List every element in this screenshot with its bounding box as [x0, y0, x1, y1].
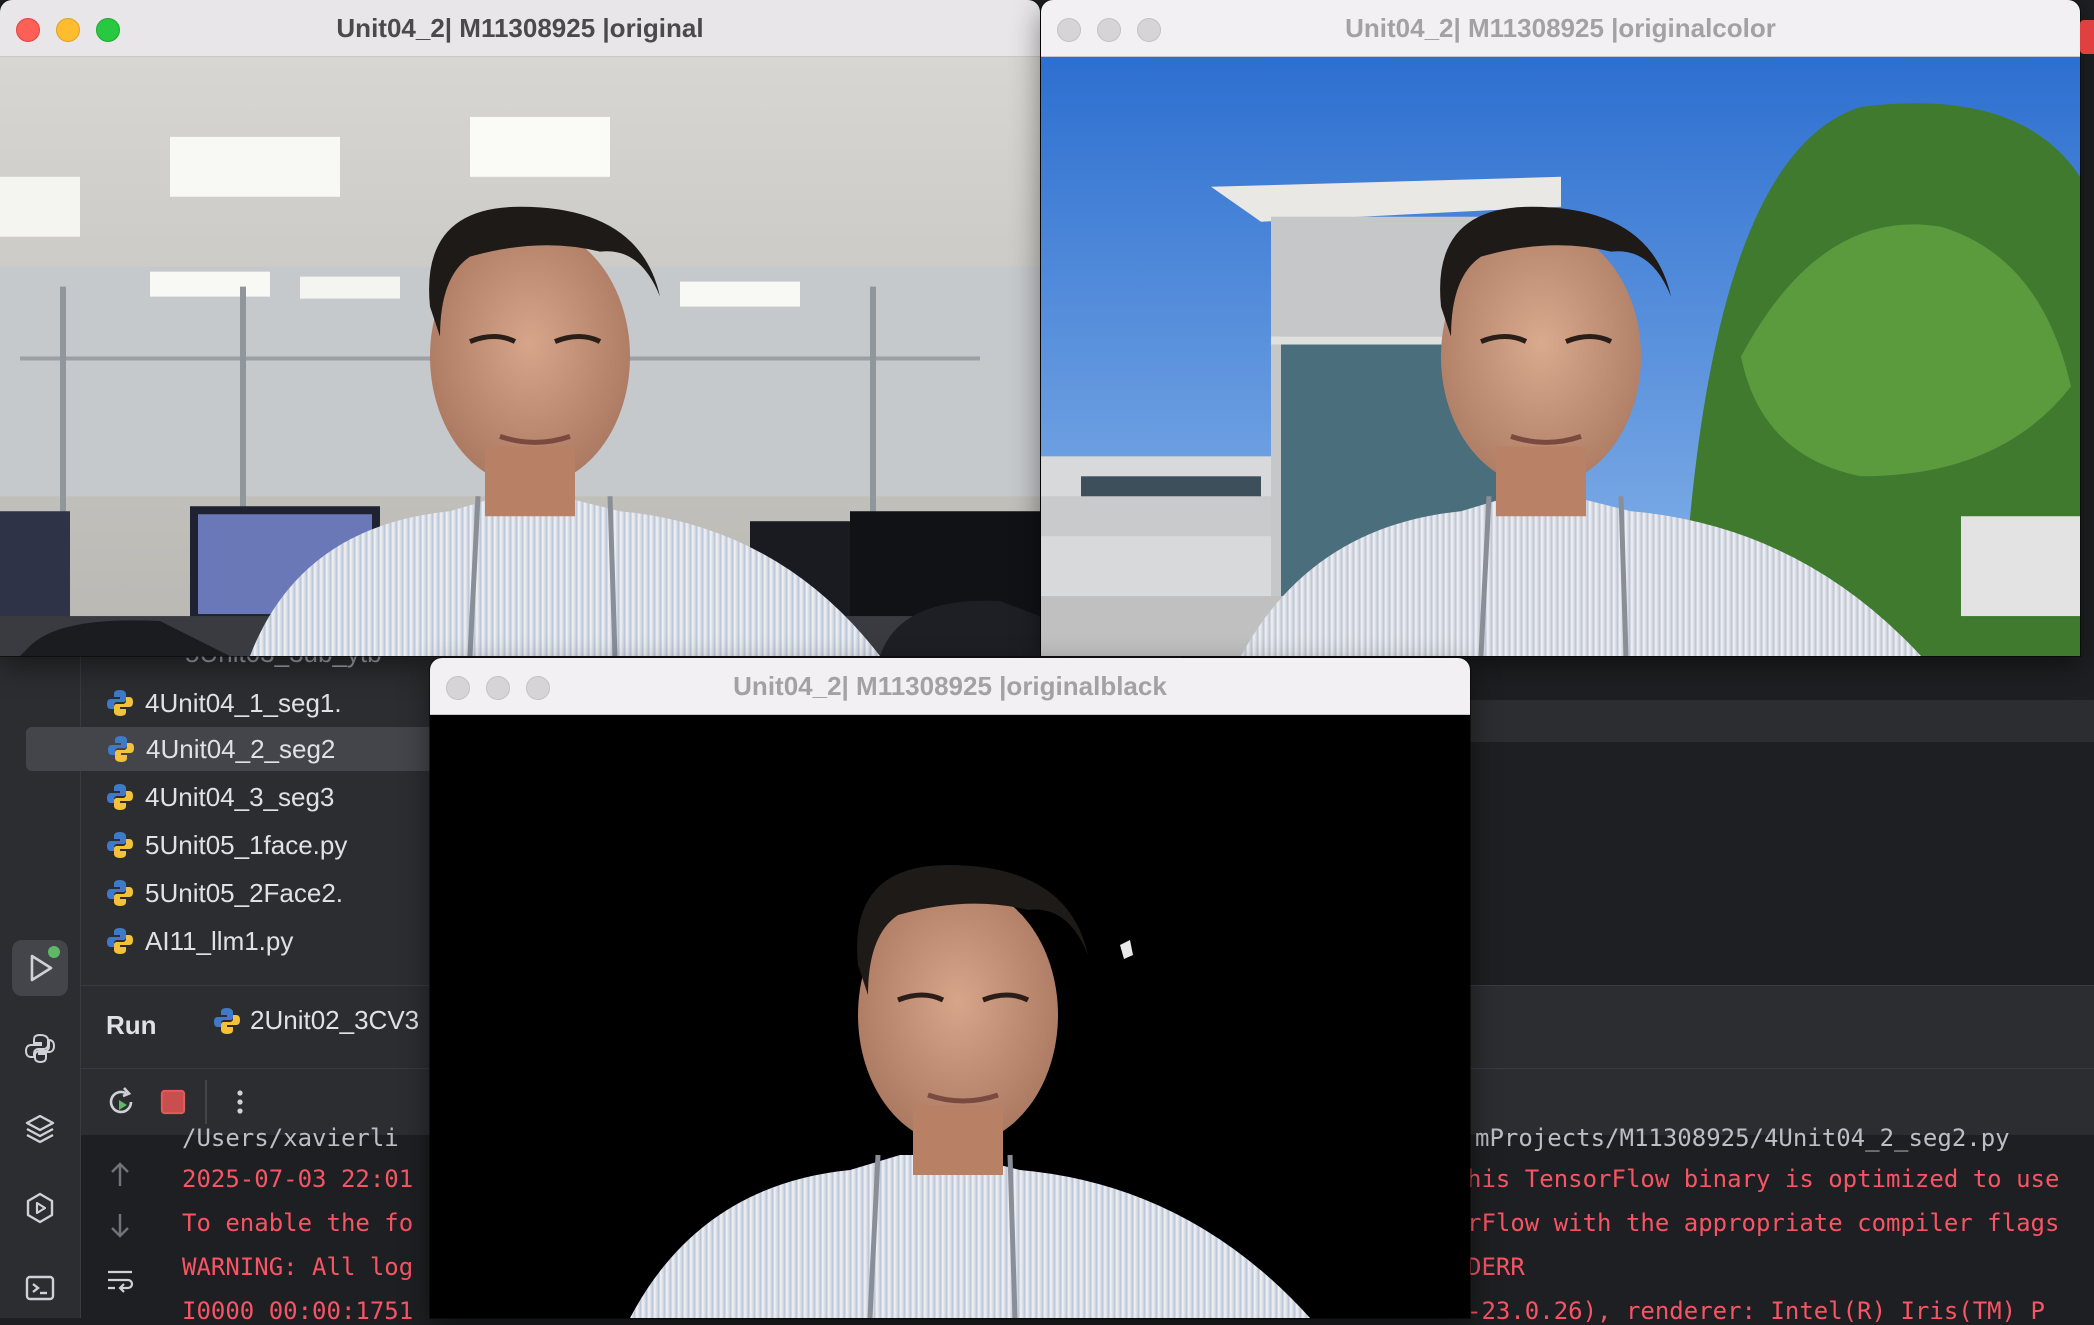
tree-item-label: 5Unit05_1face.py	[145, 829, 348, 860]
tree-item[interactable]: AI11_llm1.py	[105, 919, 293, 963]
window-title: Unit04_2| M11308925 |originalcolor	[1345, 13, 1776, 43]
toolbar-separator	[205, 1080, 207, 1124]
editor-tab-strip	[1470, 700, 2094, 742]
segmented-black-background-image	[430, 715, 1470, 1318]
building-background-photo	[1041, 57, 2080, 656]
run-panel-title: Run	[106, 1010, 157, 1040]
window-original[interactable]: Unit04_2| M11308925 |original	[0, 0, 1040, 656]
terminal-tool-button[interactable]	[12, 1260, 68, 1316]
editor-area	[1470, 742, 2094, 985]
stop-button[interactable]	[153, 1082, 193, 1122]
console-line: mProjects/M11308925/4Unit04_2_seg2.py	[1475, 1124, 2010, 1152]
console-line: -23.0.26), renderer: Intel(R) Iris(TM) P	[1467, 1297, 2045, 1325]
red-window-edge	[2080, 20, 2094, 54]
services-icon	[26, 1192, 54, 1224]
window-originalblack[interactable]: Unit04_2| M11308925 |originalblack	[430, 658, 1470, 1318]
webcam-original-image	[0, 57, 1040, 656]
python-console-tool-button[interactable]	[12, 1020, 68, 1076]
run-config-tab-label: 2Unit02_3CV3	[250, 1005, 420, 1035]
window-titlebar[interactable]: Unit04_2| M11308925 |originalcolor	[1041, 0, 2080, 57]
terminal-icon	[25, 1275, 55, 1301]
tree-item[interactable]: 5Unit05_2Face2.	[105, 871, 343, 915]
tree-item-label: 4Unit04_2_seg2	[146, 733, 336, 764]
running-indicator	[48, 946, 60, 958]
python-file-icon	[214, 1007, 240, 1034]
console-line: rFlow with the appropriate compiler flag…	[1467, 1209, 2060, 1237]
console-line: WARNING: All log	[182, 1253, 414, 1281]
console-line: 2025-07-03 22:01	[182, 1165, 414, 1193]
scroll-up-arrow-icon[interactable]	[105, 1160, 135, 1190]
python-file-icon	[107, 928, 133, 954]
python-file-icon	[107, 832, 133, 858]
scroll-down-arrow-icon[interactable]	[105, 1210, 135, 1240]
window-originalcolor[interactable]: Unit04_2| M11308925 |originalcolor	[1041, 0, 2080, 656]
python-file-icon	[107, 880, 133, 906]
tree-item-label: 4Unit04_3_seg3	[145, 781, 335, 812]
python-file-icon	[107, 690, 133, 716]
python-file-icon	[107, 784, 133, 810]
window-titlebar[interactable]: Unit04_2| M11308925 |originalblack	[430, 658, 1470, 715]
background-replaced-image	[1041, 57, 2080, 656]
more-options-button[interactable]	[220, 1082, 260, 1122]
console-line: DERR	[1467, 1253, 1525, 1281]
console-line: /Users/xavierli	[182, 1124, 399, 1152]
tree-item[interactable]: 4Unit04_3_seg3	[105, 775, 334, 819]
window-title: Unit04_2| M11308925 |original	[336, 13, 704, 43]
tree-item[interactable]: 4Unit04_1_seg1.	[105, 681, 342, 725]
run-config-tab[interactable]: 2Unit02_3CV3	[212, 1005, 419, 1036]
rerun-icon	[109, 1087, 133, 1114]
tree-item-label: AI11_llm1.py	[145, 925, 294, 956]
segmentation-photo	[430, 715, 1470, 1318]
console-line: I0000 00:00:1751	[182, 1297, 414, 1325]
console-line: his TensorFlow binary is optimized to us…	[1467, 1165, 2060, 1193]
soft-wrap-icon[interactable]	[105, 1265, 135, 1295]
tree-item-label: 5Unit05_2Face2.	[145, 877, 344, 908]
office-photo	[0, 57, 1040, 656]
layers-tool-button[interactable]	[12, 1100, 68, 1156]
console-line: To enable the fo	[182, 1209, 414, 1237]
layers-icon	[25, 1114, 55, 1144]
tree-item[interactable]: 5Unit05_1face.py	[105, 823, 347, 867]
python-icon	[24, 1033, 56, 1064]
window-titlebar[interactable]: Unit04_2| M11308925 |original	[0, 0, 1040, 57]
rerun-button[interactable]	[101, 1082, 141, 1122]
python-file-icon	[108, 736, 134, 762]
run-tool-button[interactable]	[12, 940, 68, 996]
kebab-menu-icon	[237, 1090, 243, 1114]
window-title: Unit04_2| M11308925 |originalblack	[733, 671, 1167, 701]
tree-item-label: 4Unit04_1_seg1.	[145, 687, 342, 718]
stop-icon	[160, 1089, 186, 1115]
services-tool-button[interactable]	[12, 1180, 68, 1236]
